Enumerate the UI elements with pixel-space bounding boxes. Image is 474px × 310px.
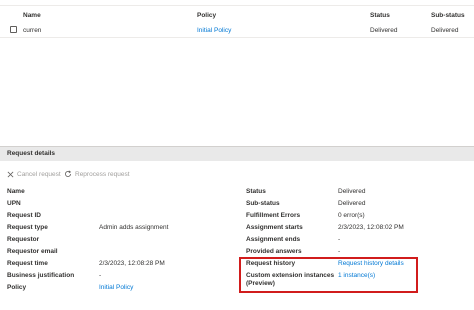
requestor-email-label: Requestor email: [7, 248, 58, 255]
assignment-starts-value: 2/3/2023, 12:08:02 PM: [338, 224, 404, 231]
table-top-border: [0, 5, 474, 6]
status-label: Status: [246, 188, 266, 195]
policy-link[interactable]: Initial Policy: [99, 284, 133, 291]
sub-status-value: Delivered: [338, 200, 366, 207]
request-details-header: Request details: [0, 146, 474, 161]
row-divider: [0, 37, 474, 38]
row-policy-link[interactable]: Initial Policy: [197, 27, 231, 34]
column-header-policy[interactable]: Policy: [197, 12, 216, 19]
column-header-substatus[interactable]: Sub-status: [431, 12, 465, 19]
status-value: Delivered: [338, 188, 366, 195]
request-time-label: Request time: [7, 260, 48, 267]
business-justification-label: Business justification: [7, 272, 75, 279]
assignment-starts-label: Assignment starts: [246, 224, 303, 231]
highlight-box: [239, 257, 418, 293]
row-substatus: Delivered: [431, 27, 459, 34]
row-checkbox[interactable]: [10, 26, 17, 33]
fulfillment-errors-label: Fulfillment Errors: [246, 212, 301, 219]
reprocess-request-button[interactable]: Reprocess request: [64, 169, 130, 179]
requestor-label: Requestor: [7, 236, 40, 243]
refresh-icon: [64, 170, 72, 178]
reprocess-request-label: Reprocess request: [75, 170, 130, 178]
upn-label: UPN: [7, 200, 21, 207]
column-header-name[interactable]: Name: [23, 12, 41, 19]
cancel-request-button[interactable]: Cancel request: [7, 169, 61, 179]
section-title: Request details: [7, 150, 56, 157]
assignment-ends-value: -: [338, 236, 341, 243]
name-label: Name: [7, 188, 25, 195]
request-type-label: Request type: [7, 224, 48, 231]
policy-label: Policy: [7, 284, 27, 291]
business-justification-value: -: [99, 272, 102, 279]
row-name[interactable]: curren: [23, 27, 41, 34]
close-icon: [7, 171, 14, 178]
fulfillment-errors-value: 0 error(s): [338, 212, 365, 219]
request-time-value: 2/3/2023, 12:08:28 PM: [99, 260, 165, 267]
request-id-label: Request ID: [7, 212, 41, 219]
provided-answers-value: -: [338, 248, 341, 255]
request-type-value: Admin adds assignment: [99, 224, 169, 231]
sub-status-label: Sub-status: [246, 200, 280, 207]
cancel-request-label: Cancel request: [17, 170, 61, 178]
provided-answers-label: Provided answers: [246, 248, 302, 255]
column-header-status[interactable]: Status: [370, 12, 390, 19]
row-status: Delivered: [370, 27, 398, 34]
assignment-ends-label: Assignment ends: [246, 236, 301, 243]
